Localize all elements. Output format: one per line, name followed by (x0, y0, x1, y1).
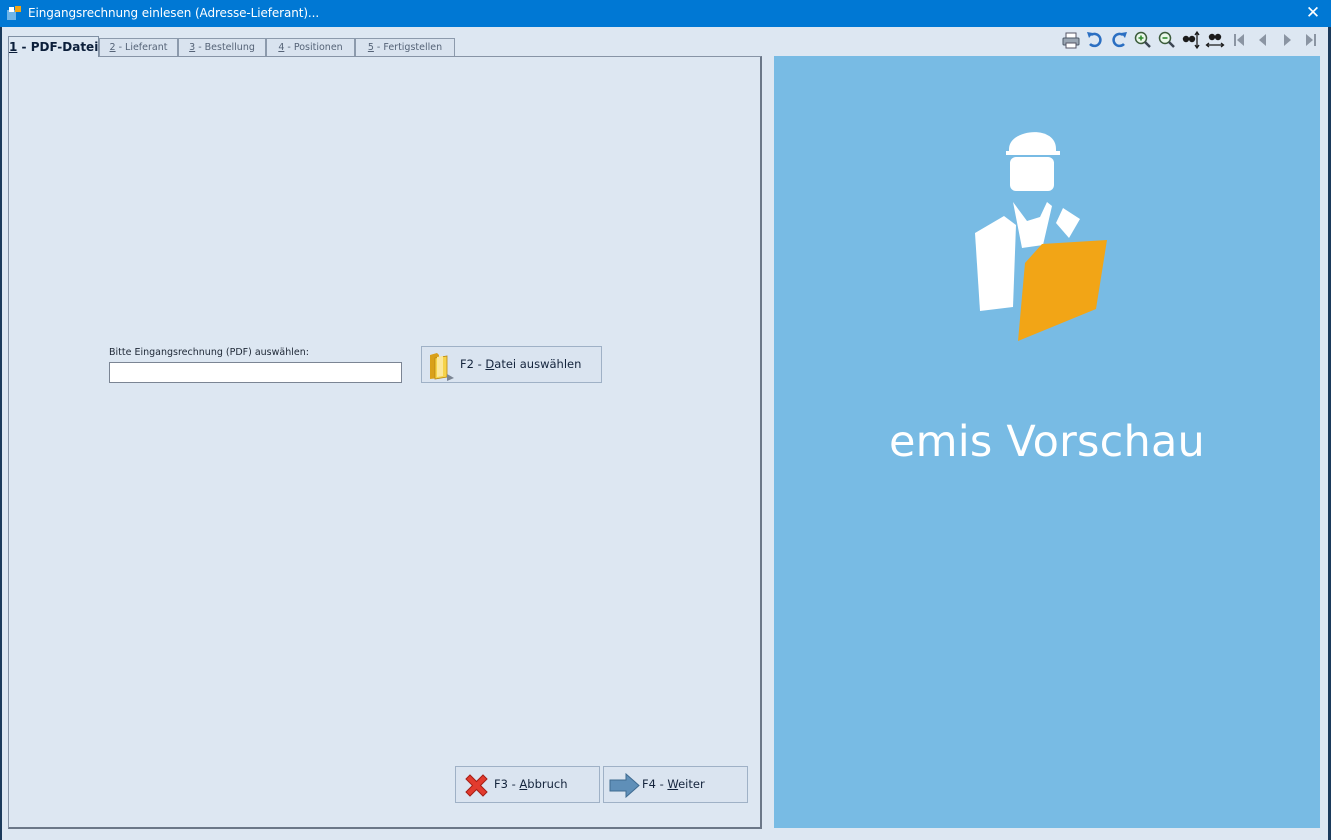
print-icon[interactable] (1061, 30, 1081, 50)
tab-pdf-datei[interactable]: 1 - PDF-Datei (8, 36, 99, 57)
tab-fertigstellen[interactable]: 5 - Fertigstellen (355, 38, 455, 57)
fit-height-icon[interactable] (1181, 30, 1201, 50)
previous-page-icon[interactable] (1253, 30, 1273, 50)
tab-label: - Lieferant (115, 42, 168, 53)
select-file-button[interactable]: F2 - Datei auswählen (421, 346, 602, 383)
redo-icon[interactable] (1109, 30, 1129, 50)
window-title: Eingangsrechnung einlesen (Adresse-Liefe… (28, 6, 320, 20)
pdf-file-panel (8, 56, 762, 829)
folder-icon (430, 353, 454, 381)
cancel-label: F3 - Abbruch (494, 767, 568, 802)
window-edge-left (0, 27, 2, 840)
first-page-icon[interactable] (1229, 30, 1249, 50)
last-page-icon[interactable] (1301, 30, 1321, 50)
zoom-out-icon[interactable] (1157, 30, 1177, 50)
access-key: D (485, 357, 495, 371)
worker-with-document-logo (975, 132, 1107, 341)
arrow-right-icon (609, 773, 640, 798)
button-text: bbruch (527, 777, 568, 791)
zoom-in-icon[interactable] (1133, 30, 1153, 50)
access-key: W (667, 777, 679, 791)
preview-title: emis Vorschau (889, 417, 1205, 467)
file-path-input[interactable] (109, 362, 402, 383)
next-page-icon[interactable] (1277, 30, 1297, 50)
title-bar: Eingangsrechnung einlesen (Adresse-Liefe… (0, 0, 1331, 27)
tab-label: - Bestellung (195, 42, 255, 53)
fit-width-icon[interactable] (1205, 30, 1225, 50)
next-button[interactable]: F4 - Weiter (603, 766, 748, 803)
hotkey-prefix: F2 - (460, 357, 486, 371)
tab-lieferant[interactable]: 2 - Lieferant (99, 38, 178, 57)
cancel-button[interactable]: F3 - Abbruch (455, 766, 600, 803)
tab-bestellung[interactable]: 3 - Bestellung (178, 38, 266, 57)
button-text: atei auswählen (494, 357, 582, 371)
app-icon (7, 6, 21, 20)
tab-label: - PDF-Datei (17, 40, 99, 54)
hotkey-prefix: F3 - (494, 777, 520, 791)
select-file-label: F2 - Datei auswählen (460, 347, 581, 382)
hotkey-prefix: F4 - (642, 777, 668, 791)
tab-label: - Fertigstellen (373, 42, 443, 53)
next-label: F4 - Weiter (642, 767, 705, 802)
pdf-preview-area: emis Vorschau (774, 56, 1320, 828)
tab-positionen[interactable]: 4 - Positionen (266, 38, 355, 57)
undo-icon[interactable] (1085, 30, 1105, 50)
button-text: eiter (678, 777, 705, 791)
close-button[interactable]: ✕ (1301, 2, 1325, 24)
file-label: Bitte Eingangsrechnung (PDF) auswählen: (109, 347, 309, 358)
red-x-icon (465, 774, 488, 797)
tab-label: - Positionen (284, 42, 343, 53)
